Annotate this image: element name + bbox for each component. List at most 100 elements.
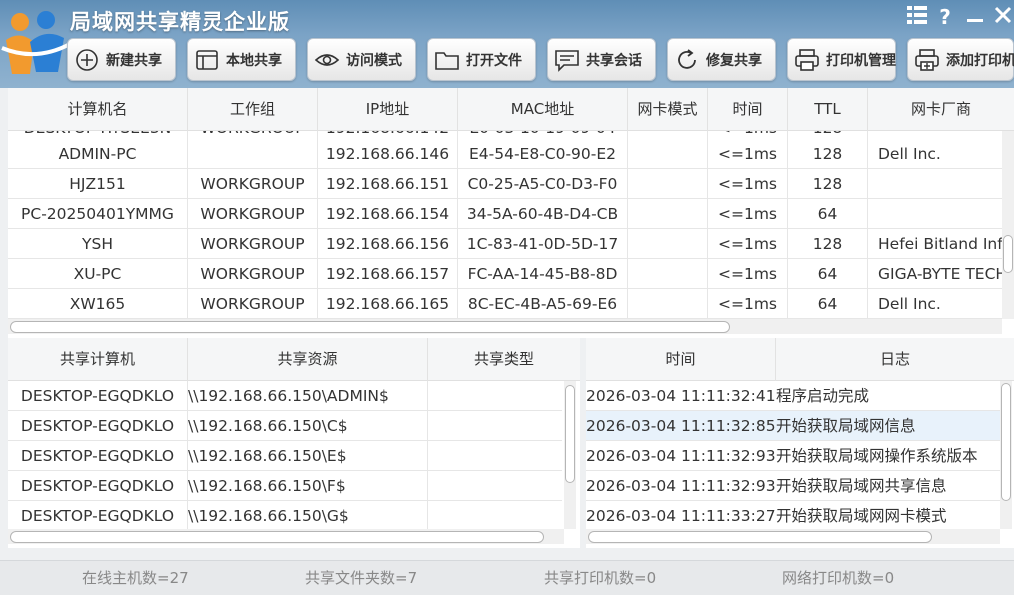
local-share-button[interactable]: 本地共享 [187, 38, 296, 81]
open-file-button[interactable]: 打开文件 [427, 38, 536, 81]
table-cell: <=1ms [708, 139, 788, 169]
log-table-header: 时间 日志 [586, 338, 1014, 381]
minimize-icon[interactable] [962, 4, 988, 30]
table-cell [428, 381, 562, 411]
table-cell [428, 471, 562, 501]
computer-hscroll-thumb[interactable] [10, 321, 730, 333]
log-vscroll-thumb[interactable] [1001, 383, 1011, 501]
table-cell: YSH [8, 229, 188, 259]
close-icon[interactable] [990, 4, 1014, 30]
table-row[interactable]: DESKTOP-EGQDKLO \\192.168.66.150\E$ [8, 441, 562, 471]
chat-icon [554, 47, 580, 73]
computer-vscrollbar[interactable] [1002, 131, 1014, 319]
add-printer-label: 添加打印机 [946, 52, 1014, 69]
table-cell: WORKGROUP [188, 199, 318, 229]
table-cell [628, 199, 708, 229]
table-row[interactable]: DESKTOP-EGQDKLO \\192.168.66.150\C$ [8, 411, 562, 441]
col-ttl[interactable]: TTL [788, 88, 868, 131]
share-hscrollbar[interactable] [8, 529, 564, 544]
col-share-computer[interactable]: 共享计算机 [8, 338, 188, 381]
col-share-resource[interactable]: 共享资源 [188, 338, 428, 381]
table-row[interactable]: ADMIN-PC 192.168.66.146 E4-54-E8-C0-90-E2 <… [8, 139, 1002, 169]
table-row[interactable]: PC-20250401YMMG WORKGROUP 192.168.66.154 34… [8, 199, 1002, 229]
add-printer-button[interactable]: 添加打印机 [907, 38, 1014, 81]
printer-manage-button[interactable]: 打印机管理 [787, 38, 896, 81]
table-cell [628, 229, 708, 259]
table-cell: 64 [788, 289, 868, 319]
table-cell: 2026-03-04 11:11:32:412 [586, 387, 776, 405]
computer-table-body: DESKTOP-H?SEE3N WORKGROUP 192.168.66.142… [8, 131, 1002, 319]
table-row[interactable]: YSH WORKGROUP 192.168.66.156 1C-83-41-0D-5D… [8, 229, 1002, 259]
col-computer-name[interactable]: 计算机名 [8, 88, 188, 131]
table-cell: FC-AA-14-45-B8-8D [458, 259, 628, 289]
table-cell: DESKTOP-EGQDKLO [8, 441, 188, 471]
add-printer-icon [914, 47, 940, 73]
refresh-icon [674, 47, 700, 73]
col-share-type[interactable]: 共享类型 [428, 338, 580, 381]
table-cell: PC-20250401YMMG [8, 199, 188, 229]
log-table: 时间 日志 2026-03-04 11:11:32:412 程序启动完成 2026-… [586, 338, 1014, 548]
table-cell: 192.168.66.146 [318, 139, 458, 169]
access-mode-button[interactable]: 访问模式 [307, 38, 416, 81]
share-vscrollbar[interactable] [564, 381, 576, 529]
table-cell: DESKTOP-EGQDKLO [8, 501, 188, 529]
computer-table-header: 计算机名 工作组 IP地址 MAC地址 网卡模式 时间 TTL 网卡厂商 [8, 88, 1014, 131]
share-session-button[interactable]: 共享会话 [547, 38, 656, 81]
table-cell: 2026-03-04 11:11:33:275 [586, 507, 776, 525]
share-hscroll-thumb[interactable] [10, 531, 544, 543]
table-cell: 8C-EC-4B-A5-69-E6 [458, 289, 628, 319]
table-cell: 2026-03-04 11:11:32:935 [586, 447, 776, 465]
table-row[interactable]: 2026-03-04 11:11:32:412 程序启动完成 [586, 381, 1000, 411]
table-cell: 128 [788, 169, 868, 199]
table-row[interactable]: 2026-03-04 11:11:33:275 开始获取局域网网卡模式 [586, 501, 1000, 529]
log-vscrollbar[interactable] [1000, 381, 1012, 529]
share-session-label: 共享会话 [586, 52, 642, 69]
table-row[interactable]: XW165 WORKGROUP 192.168.66.165 8C-EC-4B-A5-… [8, 289, 1002, 319]
table-cell: C0-25-A5-C0-D3-F0 [458, 169, 628, 199]
computer-vscroll-thumb[interactable] [1003, 235, 1013, 273]
table-row[interactable]: DESKTOP-EGQDKLO \\192.168.66.150\F$ [8, 471, 562, 501]
table-cell: Dell Inc. [878, 295, 941, 313]
new-share-label: 新建共享 [106, 52, 162, 69]
repair-share-button[interactable]: 修复共享 [667, 38, 776, 81]
table-cell [428, 441, 562, 471]
table-cell [628, 259, 708, 289]
share-vscroll-thumb[interactable] [565, 385, 575, 483]
plus-circle-icon [74, 47, 100, 73]
status-online-hosts: 在线主机数=27 [82, 569, 189, 587]
table-cell: HJZ151 [8, 169, 188, 199]
table-cell: 开始获取局域网网卡模式 [776, 507, 947, 525]
table-cell: WORKGROUP [188, 259, 318, 289]
log-hscroll-thumb[interactable] [588, 531, 932, 543]
printer-icon [794, 47, 820, 73]
col-workgroup[interactable]: 工作组 [188, 88, 318, 131]
table-row[interactable]: 2026-03-04 11:11:32:935 开始获取局域网操作系统版本 [586, 441, 1000, 471]
table-row[interactable]: DESKTOP-EGQDKLO \\192.168.66.150\ADMIN$ [8, 381, 562, 411]
col-vendor[interactable]: 网卡厂商 [868, 88, 1014, 131]
table-row[interactable]: XU-PC WORKGROUP 192.168.66.157 FC-AA-14-45-… [8, 259, 1002, 289]
col-nic-mode[interactable]: 网卡模式 [628, 88, 708, 131]
table-cell: \\192.168.66.150\C$ [188, 411, 428, 441]
table-cell: Dell Inc. [878, 145, 941, 163]
log-hscrollbar[interactable] [586, 529, 1000, 544]
table-cell [428, 501, 562, 529]
table-row[interactable]: 2026-03-04 11:11:32:935 开始获取局域网共享信息 [586, 471, 1000, 501]
table-cell: <=1ms [708, 199, 788, 229]
col-log-time[interactable]: 时间 [586, 338, 776, 381]
col-log-message[interactable]: 日志 [776, 338, 1014, 381]
new-share-button[interactable]: 新建共享 [67, 38, 176, 81]
menu-grid-icon[interactable] [904, 4, 930, 30]
help-icon[interactable]: ? [932, 4, 958, 30]
share-table: 共享计算机 共享资源 共享类型 DESKTOP-EGQDKLO \\192.168… [8, 338, 580, 548]
table-cell [868, 169, 1002, 199]
table-row[interactable]: DESKTOP-EGQDKLO \\192.168.66.150\G$ [8, 501, 562, 529]
table-cell: 1C-83-41-0D-5D-17 [458, 229, 628, 259]
col-mac[interactable]: MAC地址 [458, 88, 628, 131]
table-row[interactable]: HJZ151 WORKGROUP 192.168.66.151 C0-25-A5-C0… [8, 169, 1002, 199]
col-ip[interactable]: IP地址 [318, 88, 458, 131]
table-row[interactable]: 2026-03-04 11:11:32:851 开始获取局域网信息 [586, 411, 1000, 441]
computer-hscrollbar[interactable] [8, 319, 1002, 334]
table-cell [188, 139, 318, 169]
col-time[interactable]: 时间 [708, 88, 788, 131]
table-cell: 64 [788, 259, 868, 289]
